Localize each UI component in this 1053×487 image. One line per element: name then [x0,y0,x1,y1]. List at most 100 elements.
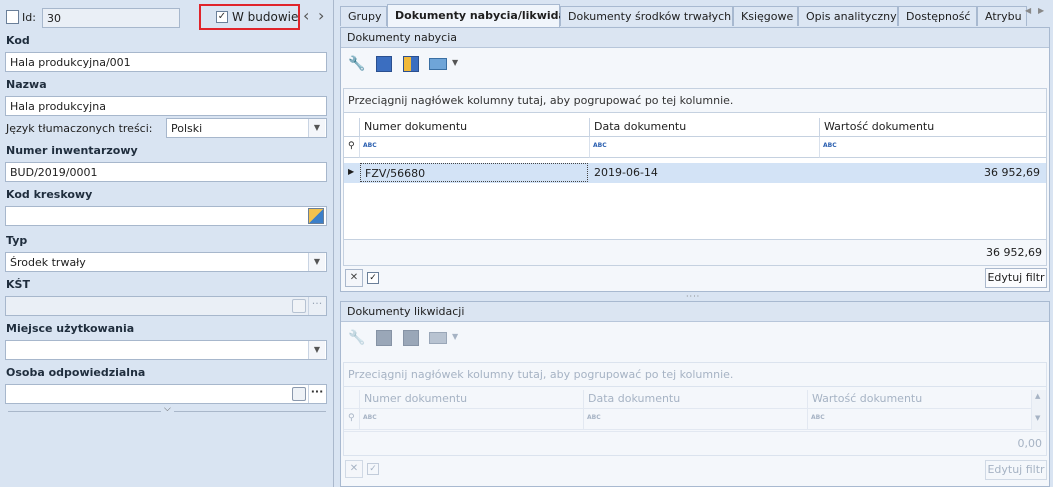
grid-footer: 36 952,69 [344,239,1046,265]
cell-wartosc[interactable]: 36 952,69 [820,163,1044,183]
text-filter-icon: ABC [593,142,607,149]
expand-chevron-icon[interactable]: ⌵ [161,404,174,414]
eraser-icon [292,299,306,313]
column-header-wartosc[interactable]: Wartość dokumentu [820,118,1046,137]
tab-dokumenty-nabycia-likwidacji[interactable]: Dokumenty nabycia/likwidacji [387,4,580,27]
kod-field[interactable]: Hala produkcyjna/001 [5,52,327,72]
id-field[interactable]: 30 [42,8,180,28]
tab-dokumenty-srodkow-trwalych[interactable]: Dokumenty środków trwałych [560,6,733,26]
kst-label: KŚT [6,278,30,291]
wrench-icon[interactable]: 🔧 [348,56,365,72]
filter-wartosc[interactable]: ABC [820,137,1046,158]
filter-numer: ABC [360,409,584,430]
tab-label: Dokumenty środków trwałych [568,10,732,23]
in-build-checkbox[interactable]: ✓ [216,11,228,23]
text-filter-icon: ABC [363,414,377,421]
text-filter-icon: ABC [587,414,601,421]
kod-kreskowy-field[interactable] [5,206,327,226]
next-record-icon[interactable]: › [318,6,324,25]
prev-record-icon[interactable]: ‹ [303,6,309,25]
tab-label: Atrybu [985,10,1022,23]
link-document-icon[interactable] [403,56,419,72]
column-header-numer: Numer dokumentu [360,390,584,409]
group-hint: Przeciągnij nagłówek kolumny tutaj, aby … [344,89,1046,113]
total-value: 0,00 [1017,437,1043,450]
tab-grupy[interactable]: Grupy [340,6,387,26]
document-icon [6,10,19,24]
tab-scroll-left-icon[interactable]: ◀ [1025,6,1031,15]
tab-label: Dokumenty nabycia/likwidacji [395,9,581,22]
numer-field[interactable]: BUD/2019/0001 [5,162,327,182]
kod-kreskowy-label: Kod kreskowy [6,188,93,201]
kst-field: ··· [5,296,327,316]
chevron-down-icon[interactable]: ▼ [308,119,325,137]
filter-wartosc: ABC [808,409,1032,430]
kst-ellipsis-button: ··· [308,297,325,315]
cell-numer[interactable]: FZV/56680 [360,163,588,182]
table-row[interactable]: ▶ FZV/56680 2019-06-14 36 952,69 [344,163,1046,183]
typ-value: Środek trwały [10,256,86,269]
numer-value: BUD/2019/0001 [10,166,98,179]
wrench-icon: 🔧 [348,330,366,346]
miejsce-label: Miejsce użytkowania [6,322,135,335]
likwidacji-grid: Przeciągnij nagłówek kolumny tutaj, aby … [343,362,1047,456]
text-filter-icon: ABC [823,142,837,149]
kod-value: Hala produkcyjna/001 [10,56,131,69]
jezyk-value: Polski [171,122,203,135]
filter-pin-icon: ⚲ [348,141,355,151]
likwidacji-title: Dokumenty likwidacji [341,302,1049,322]
filter-data: ABC [584,409,808,430]
grid-footer: 0,00 [344,431,1046,455]
likwidacji-panel: Dokumenty likwidacji 🔧 ▼ Przeciągnij nag… [340,301,1050,487]
chevron-down-icon[interactable]: ▼ [308,341,325,359]
import-document-icon [376,330,392,346]
miejsce-select[interactable]: ▼ [5,340,327,360]
nabycia-title: Dokumenty nabycia [341,28,1049,48]
clear-filter-icon[interactable]: ✕ [345,269,363,287]
id-value: 30 [47,12,61,25]
panel-splitter[interactable]: ···· [686,292,700,301]
jezyk-select[interactable]: Polski ▼ [166,118,327,138]
edit-filter-button[interactable]: Edytuj filtr [985,268,1047,288]
chevron-down-icon[interactable]: ▼ [308,253,325,271]
barcode-generate-icon[interactable] [308,208,324,224]
grid-options-icon[interactable] [429,58,447,70]
osoba-field[interactable]: ··· [5,384,327,404]
osoba-label: Osoba odpowiedzialna [6,366,146,379]
tab-ksiegowe[interactable]: Księgowe [733,6,798,26]
cell-data[interactable]: 2019-06-14 [590,163,820,183]
kod-label: Kod [6,34,30,47]
import-document-icon[interactable] [376,56,392,72]
filter-enabled-checkbox[interactable]: ✓ [367,272,379,284]
clear-filter-icon: ✕ [345,460,363,478]
jezyk-label: Język tłumaczonych treści: [6,122,153,135]
typ-label: Typ [6,234,28,247]
typ-select[interactable]: Środek trwały ▼ [5,252,327,272]
total-value: 36 952,69 [986,246,1042,259]
tab-scroll-right-icon[interactable]: ▶ [1038,6,1044,15]
filter-data[interactable]: ABC [590,137,820,158]
filter-numer[interactable]: ABC [360,137,590,158]
filter-enabled-checkbox: ✓ [367,463,379,475]
column-header-numer[interactable]: Numer dokumentu [360,118,590,137]
column-header-data[interactable]: Data dokumentu [590,118,820,137]
nazwa-value: Hala produkcyjna [10,100,106,113]
osoba-ellipsis-button[interactable]: ··· [308,385,325,403]
tab-dostepnosc[interactable]: Dostępność [898,6,977,26]
eraser-icon[interactable] [292,387,306,401]
scroll-up-icon: ▲ [1035,392,1041,400]
chevron-down-icon[interactable]: ▼ [452,58,458,67]
tab-label: Grupy [348,10,382,23]
nabycia-panel: Dokumenty nabycia 🔧 ▼ Przeciągnij nagłów… [340,27,1050,292]
tab-opis-analityczny[interactable]: Opis analityczny [798,6,898,26]
nabycia-grid: Przeciągnij nagłówek kolumny tutaj, aby … [343,88,1047,266]
filter-row-indicator: ⚲ [344,137,360,158]
column-header-data: Data dokumentu [584,390,808,409]
checkmark-icon: ✓ [217,11,227,22]
row-indicator-header [344,390,360,409]
in-build-label[interactable]: W budowie [232,10,298,24]
filter-pin-icon: ⚲ [348,413,355,423]
text-filter-icon: ABC [363,142,377,149]
tab-atrybuty[interactable]: Atrybu [977,6,1027,26]
nazwa-field[interactable]: Hala produkcyjna [5,96,327,116]
